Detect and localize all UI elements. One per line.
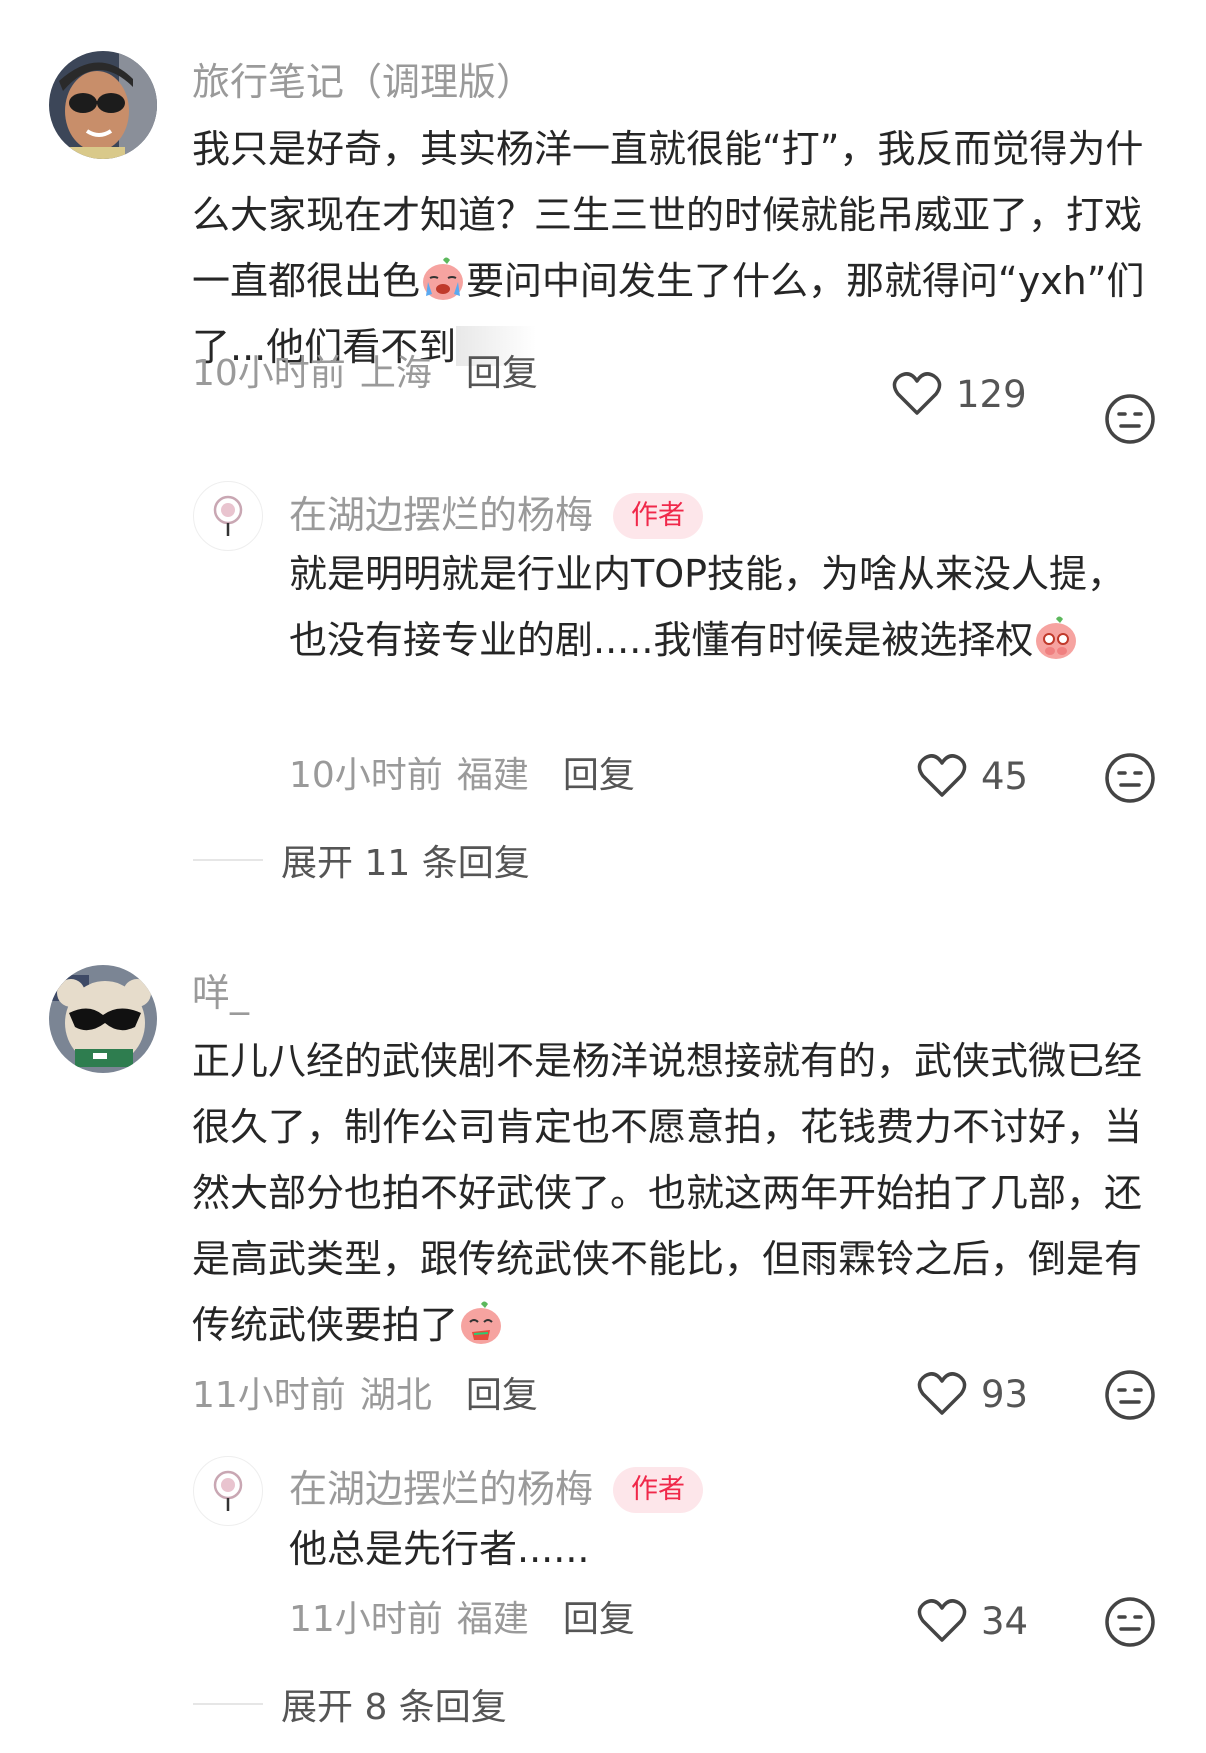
heart-outline-icon [892,372,942,415]
reply-button[interactable]: 回复 [563,1599,635,1640]
author-avatar[interactable] [193,1456,263,1526]
comment-time: 11小时前 [192,1375,346,1416]
comment-meta: 11小时前 湖北 回复 [192,1374,538,1418]
reply-time: 10小时前 [289,755,443,796]
reply-location: 福建 [456,1599,529,1640]
like-button[interactable]: 93 [917,1371,1028,1417]
reply-meta: 10小时前 福建 回复 [289,754,635,798]
reply-username-text: 在湖边摆烂的杨梅 [289,1467,594,1511]
expand-replies-label: 展开 8 条回复 [281,1687,507,1728]
reply-button[interactable]: 回复 [466,1375,538,1416]
expand-replies-button[interactable]: 展开 8 条回复 [193,1678,507,1730]
expand-replies-label: 展开 11 条回复 [281,843,530,884]
expand-replies-button[interactable]: 展开 11 条回复 [193,834,530,886]
comment-time: 10小时前 [192,353,346,394]
divider-line [193,1703,263,1705]
like-button[interactable]: 129 [892,371,1027,417]
user-avatar[interactable] [49,51,157,159]
divider-line [193,859,263,861]
eating-peach-emoji [461,1301,502,1344]
meh-face-icon[interactable] [1104,1596,1156,1648]
reply-text-body: 就是明明就是行业内TOP技能，为啥从来没人提，也没有接专业的剧.....我懂有时… [289,552,1126,662]
heart-outline-icon [917,1372,967,1415]
reply-username-text: 在湖边摆烂的杨梅 [289,493,594,537]
comment-text: 正儿八经的武侠剧不是杨洋说想接就有的，武侠式微已经很久了，制作公司肯定也不愿意拍… [192,1028,1152,1358]
heart-outline-icon [917,754,967,797]
reply-time: 11小时前 [289,1599,443,1640]
comment-text: 我只是好奇，其实杨洋一直就很能“打”，我反而觉得为什么大家现在才知道？三生三世的… [192,116,1152,380]
comment-location: 湖北 [359,1375,432,1416]
meh-face-icon[interactable] [1104,1369,1156,1421]
like-count: 34 [981,1599,1029,1643]
comment-username[interactable]: 旅行笔记（调理版） [192,60,534,104]
reply-text: 就是明明就是行业内TOP技能，为啥从来没人提，也没有接专业的剧.....我懂有时… [289,541,1149,673]
author-badge: 作者 [613,1467,704,1513]
reply-text-body: 他总是先行者...... [289,1527,590,1571]
meh-face-icon[interactable] [1104,393,1156,445]
like-count: 129 [956,372,1027,416]
heart-outline-icon [917,1599,967,1642]
shy-peach-emoji [1036,616,1077,659]
reply-location: 福建 [456,755,529,796]
user-avatar[interactable] [49,965,157,1073]
reply-meta: 11小时前 福建 回复 [289,1598,635,1642]
comment-location: 上海 [359,353,432,394]
author-badge: 作者 [613,493,704,539]
reply-username[interactable]: 在湖边摆烂的杨梅 作者 [289,490,704,540]
meh-face-icon[interactable] [1104,752,1156,804]
crying-peach-emoji [423,257,464,300]
reply-button[interactable]: 回复 [466,353,538,394]
like-button[interactable]: 45 [917,753,1028,799]
reply-username[interactable]: 在湖边摆烂的杨梅 作者 [289,1464,704,1514]
like-button[interactable]: 34 [917,1598,1028,1644]
reply-button[interactable]: 回复 [563,755,635,796]
reply-text: 他总是先行者...... [289,1516,1149,1582]
like-count: 93 [981,1372,1029,1416]
comment-username[interactable]: 咩_ [192,971,249,1015]
comment-text-body: 正儿八经的武侠剧不是杨洋说想接就有的，武侠式微已经很久了，制作公司肯定也不愿意拍… [192,1039,1143,1347]
like-count: 45 [981,754,1029,798]
comment-meta: 10小时前 上海 回复 [192,352,538,396]
author-avatar[interactable] [193,481,263,551]
